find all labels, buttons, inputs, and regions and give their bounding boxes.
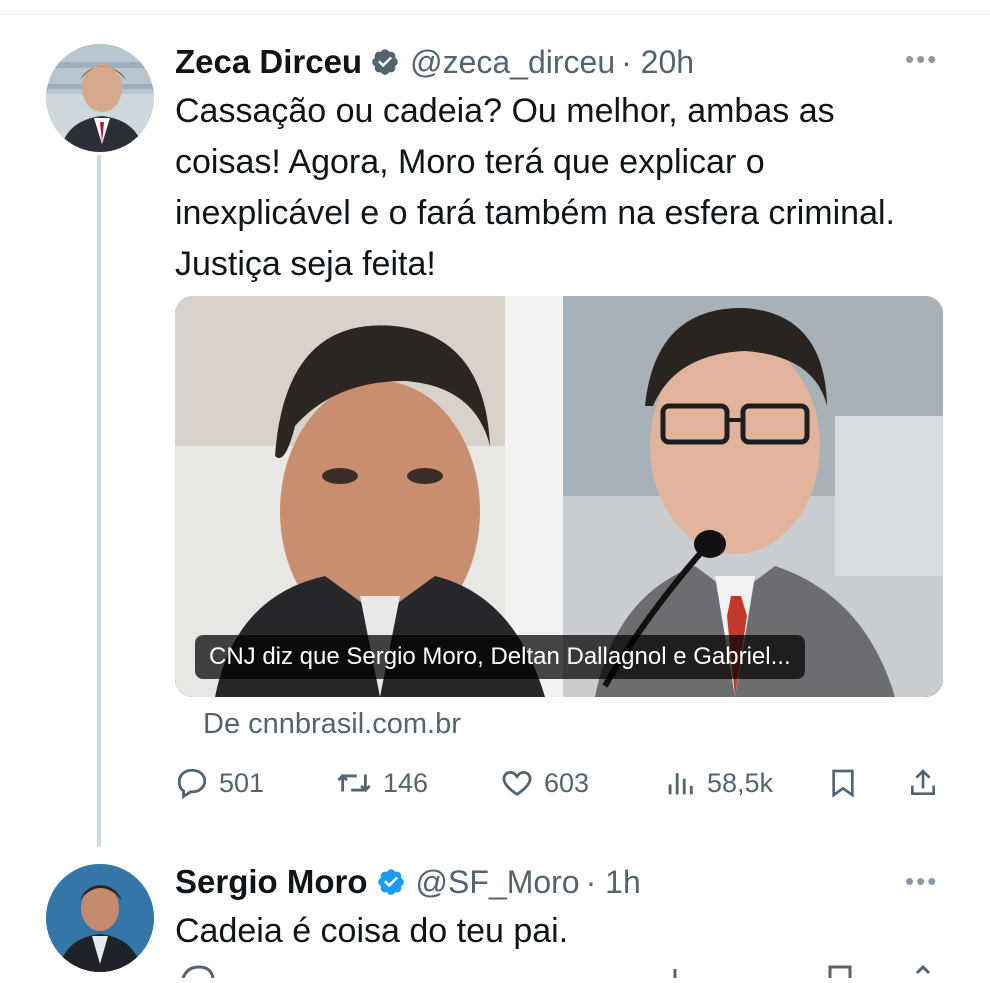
like-count: 603 xyxy=(544,767,590,798)
reply-button[interactable]: 501 xyxy=(175,766,264,800)
views-count: 58,5k xyxy=(707,767,774,798)
bookmark-button[interactable] xyxy=(827,766,859,800)
tweet-text: Cassação ou cadeia? Ou melhor, ambas as … xyxy=(175,92,895,283)
thread-connector-line xyxy=(97,155,101,847)
tweet-header: Zeca Dirceu @zeca_dirceu · 20h xyxy=(175,40,694,84)
avatar-zeca-dirceu[interactable] xyxy=(46,44,154,152)
verified-badge-icon xyxy=(376,867,406,897)
tweet-media-image[interactable]: CNJ diz que Sergio Moro, Deltan Dallagno… xyxy=(175,296,943,697)
tweet-timestamp[interactable]: · 20h xyxy=(621,44,694,81)
avatar-sergio-moro[interactable] xyxy=(46,864,154,972)
top-divider xyxy=(0,14,990,15)
verified-badge-icon xyxy=(370,47,400,77)
more-options-icon[interactable]: ••• xyxy=(905,44,938,75)
share-button[interactable] xyxy=(907,766,939,800)
display-name[interactable]: Sergio Moro xyxy=(175,863,368,901)
tweet-text: Cadeia é coisa do teu pai. xyxy=(175,912,569,950)
media-caption: CNJ diz que Sergio Moro, Deltan Dallagno… xyxy=(195,635,805,679)
display-name[interactable]: Zeca Dirceu xyxy=(175,43,362,81)
retweet-icon xyxy=(335,766,373,800)
bookmark-icon xyxy=(827,766,859,800)
retweet-button[interactable]: 146 xyxy=(335,766,428,800)
user-handle[interactable]: @zeca_dirceu xyxy=(410,44,615,81)
views-chart-icon xyxy=(663,766,697,800)
next-actions-peek xyxy=(175,964,945,979)
heart-icon xyxy=(500,766,534,800)
share-icon xyxy=(907,766,939,800)
like-button[interactable]: 603 xyxy=(500,766,589,800)
retweet-count: 146 xyxy=(383,767,429,798)
tweet-actions: 501 146 603 58,5k xyxy=(175,762,945,812)
tweet-header: Sergio Moro @SF_Moro · 1h xyxy=(175,860,641,904)
link-source[interactable]: De cnnbrasil.com.br xyxy=(203,708,461,741)
views-button[interactable]: 58,5k xyxy=(663,766,773,800)
tweet-timestamp[interactable]: · 1h xyxy=(586,864,641,901)
user-handle[interactable]: @SF_Moro xyxy=(416,864,580,901)
reply-icon xyxy=(175,766,209,800)
reply-count: 501 xyxy=(219,767,265,798)
more-options-icon[interactable]: ••• xyxy=(905,866,938,897)
